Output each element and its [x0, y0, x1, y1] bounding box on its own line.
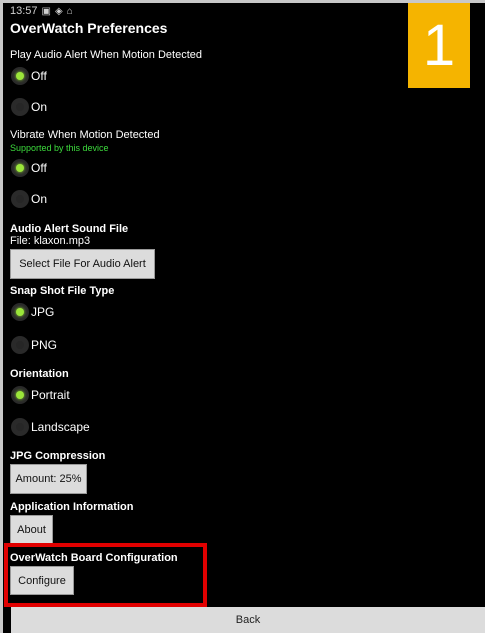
app-info-label: Application Information: [10, 501, 134, 513]
radio-label: On: [31, 100, 48, 114]
radio-selected-icon: [11, 303, 29, 321]
audio-alert-on-radio[interactable]: On: [11, 97, 47, 117]
compression-amount-button[interactable]: Amount: 25%: [10, 464, 87, 494]
radio-unselected-icon: [11, 336, 29, 354]
highlight-box: [4, 543, 207, 607]
radio-label: PNG: [31, 338, 58, 352]
vibrate-on-radio[interactable]: On: [11, 189, 47, 209]
select-audio-file-button[interactable]: Select File For Audio Alert: [10, 249, 155, 279]
radio-label: Portrait: [31, 388, 70, 402]
compression-label: JPG Compression: [10, 450, 106, 462]
shield-icon: ◈: [54, 5, 63, 17]
image-icon: ▣: [41, 5, 51, 17]
sound-file-name: File: klaxon.mp3: [10, 235, 91, 247]
radio-unselected-icon: [11, 98, 29, 116]
snapshot-label: Snap Shot File Type: [10, 285, 115, 297]
radio-label: Landscape: [31, 420, 90, 434]
vibrate-off-radio[interactable]: Off: [11, 158, 47, 178]
snapshot-jpg-radio[interactable]: JPG: [11, 302, 54, 322]
radio-label: Off: [31, 69, 47, 83]
step-badge: 1: [408, 3, 470, 88]
radio-label: JPG: [31, 305, 55, 319]
status-bar: 13:57 ▣ ◈ ⌂: [10, 5, 73, 17]
vibrate-support-text: Supported by this device: [10, 143, 109, 153]
radio-label: On: [31, 192, 48, 206]
radio-selected-icon: [11, 159, 29, 177]
sound-file-label: Audio Alert Sound File: [10, 223, 129, 235]
home-icon: ⌂: [66, 5, 73, 17]
app-screen: 13:57 ▣ ◈ ⌂ OverWatch Preferences 1 Play…: [3, 3, 485, 633]
radio-selected-icon: [11, 386, 29, 404]
back-button[interactable]: Back: [11, 607, 485, 633]
radio-label: Off: [31, 161, 47, 175]
orientation-portrait-radio[interactable]: Portrait: [11, 385, 70, 405]
radio-unselected-icon: [11, 190, 29, 208]
orientation-label: Orientation: [10, 368, 69, 380]
page-title: OverWatch Preferences: [10, 20, 168, 36]
radio-selected-icon: [11, 67, 29, 85]
audio-alert-label: Play Audio Alert When Motion Detected: [10, 49, 202, 61]
snapshot-png-radio[interactable]: PNG: [11, 335, 57, 355]
radio-unselected-icon: [11, 418, 29, 436]
status-time: 13:57: [10, 5, 38, 17]
audio-alert-off-radio[interactable]: Off: [11, 66, 47, 86]
vibrate-label: Vibrate When Motion Detected: [10, 129, 160, 141]
about-button[interactable]: About: [10, 515, 53, 544]
orientation-landscape-radio[interactable]: Landscape: [11, 417, 90, 437]
